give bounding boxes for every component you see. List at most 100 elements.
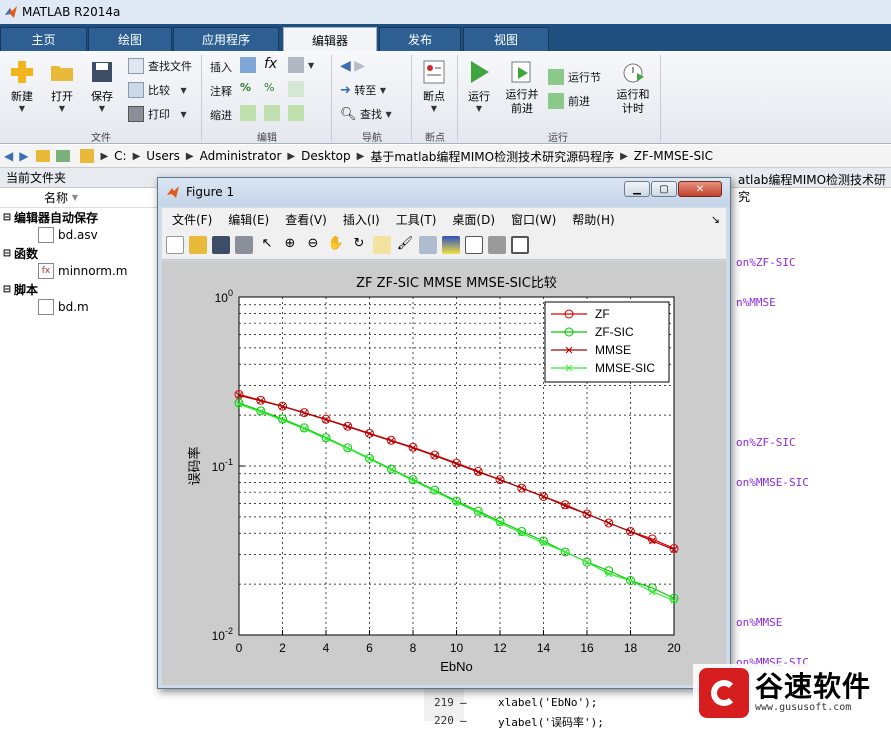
edit-group-label: 编辑 <box>257 133 277 144</box>
figure-toolbar: ↖ ⊕ ⊖ ✋ ↻ 🖌︎ <box>162 230 726 260</box>
find-files-button[interactable]: 查找文件 <box>128 58 192 74</box>
link-plot-icon[interactable] <box>419 235 437 254</box>
breakpoints-button[interactable]: 断点 ▼ <box>414 59 454 113</box>
chart-title: ZF ZF-SIC MMSE MMSE-SIC比较 <box>356 276 557 291</box>
ribbon-divider <box>201 55 202 141</box>
tab-apps[interactable]: 应用程序 <box>173 27 279 51</box>
new-figure-icon[interactable] <box>166 235 184 254</box>
file-icon <box>38 227 54 243</box>
breadcrumb-drive[interactable]: C: <box>114 149 126 163</box>
watermark-logo <box>699 667 749 718</box>
editor-tab-label[interactable]: atlab编程MIMO检测技术研究 <box>738 171 891 205</box>
run-section-button[interactable]: 运行节 <box>548 69 601 85</box>
code-fragment: on%MMSE <box>736 616 783 629</box>
rotate-3d-icon[interactable]: ↻ <box>350 236 368 254</box>
y-tick-label: 10-2 <box>212 626 233 643</box>
data-cursor-icon[interactable] <box>373 235 391 254</box>
legend-label: MMSE <box>595 343 631 357</box>
collapse-icon[interactable]: ⊟ <box>0 212 14 223</box>
minimize-button[interactable]: ▁ <box>624 181 650 197</box>
breadcrumb-folder[interactable]: ZF-MMSE-SIC <box>634 149 713 163</box>
collapse-icon[interactable]: ⊟ <box>0 284 14 295</box>
breadcrumb-desktop[interactable]: Desktop <box>301 149 351 163</box>
wrap-comment-button[interactable] <box>288 81 308 97</box>
watermark-brand: 谷速软件 <box>755 670 872 703</box>
legend-label: ZF-SIC <box>595 325 634 339</box>
insert-label: 插入 <box>210 61 232 74</box>
code-line[interactable]: ylabel('误码率'); <box>498 714 604 730</box>
wrap-comment-icon <box>288 81 304 97</box>
nav-group-label: 导航 <box>362 133 382 144</box>
browse-folder-icon[interactable] <box>56 150 71 162</box>
hide-plot-tools-icon[interactable] <box>488 235 506 254</box>
insert-more-icon <box>288 57 304 73</box>
tab-view[interactable]: 视图 <box>463 27 549 51</box>
print-figure-icon[interactable] <box>235 235 253 254</box>
save-figure-icon[interactable] <box>212 235 230 254</box>
back-nav-button[interactable]: ◀ ▶ <box>340 58 365 74</box>
tab-publish[interactable]: 发布 <box>379 27 461 51</box>
arrow-right-icon[interactable]: ▶ <box>19 149 28 163</box>
goto-button[interactable]: ➜ 转至 ▼ <box>340 82 386 98</box>
menu-edit[interactable]: 编辑(E) <box>228 211 269 228</box>
save-disk-icon <box>92 62 112 82</box>
maximize-button[interactable]: ▢ <box>651 181 677 197</box>
colorbar-icon[interactable] <box>442 235 460 254</box>
pointer-icon[interactable]: ↖ <box>258 236 276 254</box>
figure-titlebar[interactable]: Figure 1 ▁ ▢ ✕ <box>158 178 730 206</box>
new-button[interactable]: 新建 ▼ <box>2 59 42 113</box>
menu-view[interactable]: 查看(V) <box>285 211 327 228</box>
dock-arrow-icon[interactable]: ↘ <box>711 213 720 226</box>
close-button[interactable]: ✕ <box>678 181 722 197</box>
tab-home[interactable]: 主页 <box>0 27 87 51</box>
insert-more-button[interactable]: ▼ <box>288 57 314 73</box>
comment-button[interactable]: % <box>240 81 251 94</box>
figure-canvas: 0 2 4 6 8 10 12 14 16 18 20 100 10-1 10-2 ZF ZF-SIC MM… <box>162 261 726 685</box>
run-and-time-button[interactable]: 运行和 计时 <box>611 59 655 116</box>
advance-button[interactable]: 前进 <box>548 93 590 109</box>
breadcrumb-users[interactable]: Users <box>146 149 180 163</box>
folder-up-icon[interactable] <box>36 150 51 162</box>
menu-window[interactable]: 窗口(W) <box>511 211 556 228</box>
legend-icon[interactable] <box>465 235 483 254</box>
brush-icon[interactable]: 🖌︎ <box>396 236 414 254</box>
legend-label: MMSE-SIC <box>595 361 655 375</box>
run-button[interactable]: 运行 ▼ <box>459 59 499 113</box>
smart-indent-button[interactable] <box>240 105 260 121</box>
run-and-advance-button[interactable]: 运行并 前进 <box>501 59 543 116</box>
open-button[interactable]: 打开 ▼ <box>42 59 82 113</box>
menu-desktop[interactable]: 桌面(D) <box>452 211 495 228</box>
zoom-out-icon[interactable]: ⊖ <box>304 236 322 254</box>
path-separator: ▶ <box>287 150 296 162</box>
menu-insert[interactable]: 插入(I) <box>343 211 380 228</box>
maximize-icon: ▢ <box>659 183 669 195</box>
insert-function-button[interactable]: fx <box>264 56 277 72</box>
collapse-icon[interactable]: ⊟ <box>0 248 14 259</box>
code-line[interactable]: xlabel('EbNo'); <box>498 696 597 709</box>
breadcrumb-administrator[interactable]: Administrator <box>200 149 282 163</box>
zoom-in-icon[interactable]: ⊕ <box>281 236 299 254</box>
compare-button[interactable]: 比较 ▼ <box>128 82 187 98</box>
show-plot-tools-icon[interactable] <box>511 235 529 254</box>
menu-file[interactable]: 文件(F) <box>172 211 212 228</box>
pan-hand-icon[interactable]: ✋ <box>327 236 345 254</box>
menu-help[interactable]: 帮助(H) <box>572 211 614 228</box>
save-button[interactable]: 保存 ▼ <box>82 59 122 113</box>
open-file-icon[interactable] <box>189 235 207 254</box>
decrease-indent-icon <box>264 105 280 121</box>
ber-chart[interactable]: 0 2 4 6 8 10 12 14 16 18 20 100 10-1 10-2 ZF ZF-SIC MM… <box>162 261 726 685</box>
figure-window[interactable]: Figure 1 ▁ ▢ ✕ 文件(F) 编辑(E) 查看(V) 插入(I) 工… <box>157 177 731 689</box>
uncomment-button[interactable]: % <box>264 81 274 94</box>
menu-tools[interactable]: 工具(T) <box>396 211 437 228</box>
insert-section-button[interactable] <box>240 57 260 73</box>
find-button[interactable]: 🔍︎ 查找 ▼ <box>340 106 392 122</box>
legend-label: ZF <box>595 307 610 321</box>
breadcrumb-project[interactable]: 基于matlab编程MIMO检测技术研究源码程序 <box>370 148 614 165</box>
decrease-indent-button[interactable] <box>264 105 284 121</box>
x-tick-label: 4 <box>323 641 330 655</box>
arrow-left-icon[interactable]: ◀ <box>4 149 13 163</box>
print-button[interactable]: 打印 ▼ <box>128 106 187 122</box>
tab-editor[interactable]: 编辑器 <box>283 27 377 52</box>
increase-indent-button[interactable] <box>288 105 308 121</box>
tab-plots[interactable]: 绘图 <box>88 27 172 51</box>
